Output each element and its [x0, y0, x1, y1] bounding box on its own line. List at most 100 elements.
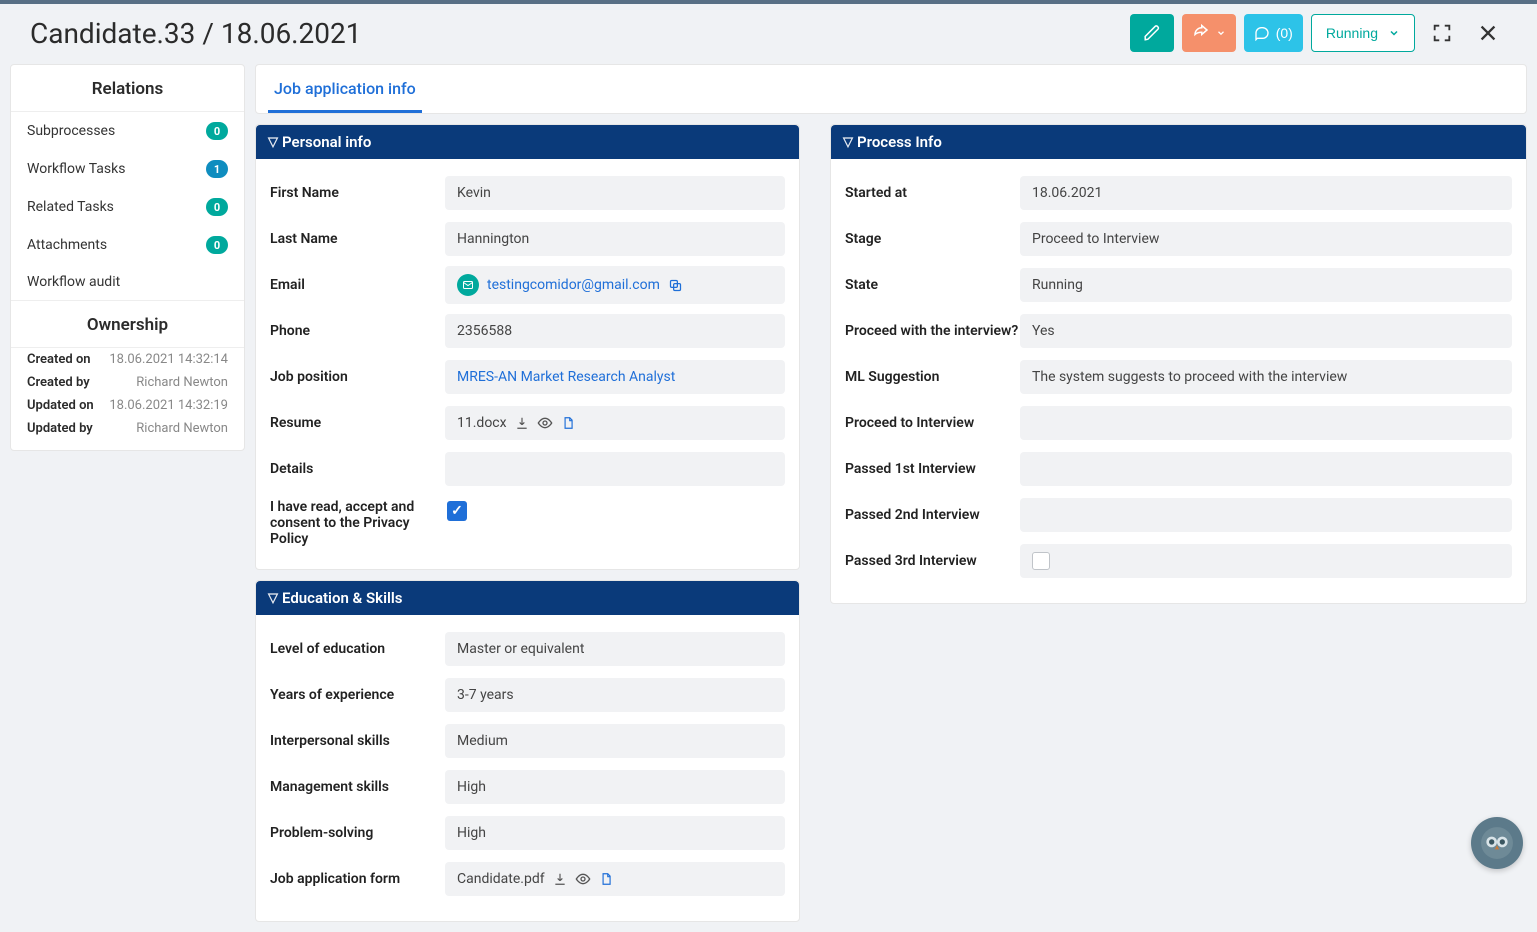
fullscreen-icon	[1431, 22, 1453, 44]
field-label: Resume	[270, 415, 445, 431]
passed1-field	[1020, 452, 1512, 486]
sidebar-item-label: Workflow audit	[27, 274, 120, 290]
close-icon	[1477, 22, 1499, 44]
privacy-checkbox[interactable]: ✓	[447, 501, 467, 521]
own-row: Updated byRichard Newton	[11, 417, 244, 440]
doc-icon[interactable]	[561, 416, 575, 430]
own-label: Updated by	[27, 421, 93, 436]
years-field: 3-7 years	[445, 678, 785, 712]
status-label: Running	[1326, 25, 1378, 41]
download-icon[interactable]	[553, 872, 567, 886]
sidebar-item-label: Workflow Tasks	[27, 161, 125, 177]
status-dropdown[interactable]: Running	[1311, 14, 1415, 52]
card-personal-info: ▽ Personal info First NameKevin Last Nam…	[255, 124, 800, 570]
own-row: Updated on18.06.2021 14:32:19	[11, 394, 244, 417]
problem-solving-field: High	[445, 816, 785, 850]
sidebar-item-label: Related Tasks	[27, 199, 114, 215]
sidebar-item-workflow-tasks[interactable]: Workflow Tasks 1	[11, 150, 244, 188]
field-label: Passed 2nd Interview	[845, 507, 1020, 523]
count-badge: 0	[206, 236, 228, 254]
edit-button[interactable]	[1130, 14, 1174, 52]
card-process-info: ▽ Process Info Started at18.06.2021 Stag…	[830, 124, 1527, 604]
close-button[interactable]	[1469, 14, 1507, 52]
last-name-field: Hannington	[445, 222, 785, 256]
card-header[interactable]: ▽ Process Info	[831, 125, 1526, 159]
share-button[interactable]	[1182, 14, 1236, 52]
main: Job application info ▽ Personal info Fir…	[255, 64, 1527, 922]
position-field: MRES-AN Market Research Analyst	[445, 360, 785, 394]
field-label: Details	[270, 461, 445, 477]
interpersonal-field: Medium	[445, 724, 785, 758]
collapse-icon: ▽	[843, 135, 853, 150]
to-interview-field	[1020, 406, 1512, 440]
own-value: 18.06.2021 14:32:14	[109, 352, 228, 367]
field-label: Email	[270, 277, 445, 293]
share-icon	[1192, 24, 1210, 42]
chevron-down-icon	[1388, 27, 1400, 39]
sidebar-item-related-tasks[interactable]: Related Tasks 0	[11, 188, 244, 226]
doc-icon[interactable]	[599, 872, 613, 886]
count-badge: 1	[206, 160, 228, 178]
page-title: Candidate.33 / 18.06.2021	[30, 17, 362, 50]
card-title: Process Info	[857, 133, 942, 151]
field-label: Passed 3rd Interview	[845, 553, 1020, 569]
resume-file: 11.docx	[457, 415, 507, 431]
field-label: State	[845, 277, 1020, 293]
card-title: Personal info	[282, 133, 371, 151]
pencil-icon	[1143, 24, 1161, 42]
owl-icon	[1480, 826, 1514, 860]
field-label: Management skills	[270, 779, 445, 795]
card-header[interactable]: ▽ Education & Skills	[256, 581, 799, 615]
form-file: Candidate.pdf	[457, 871, 545, 887]
proceed-field: Yes	[1020, 314, 1512, 348]
position-link[interactable]: MRES-AN Market Research Analyst	[457, 369, 675, 385]
sidebar-item-attachments[interactable]: Attachments 0	[11, 226, 244, 264]
sidebar-item-workflow-audit[interactable]: Workflow audit	[11, 264, 244, 300]
own-row: Created on 18.06.2021 14:32:14	[11, 348, 244, 371]
relations-title: Relations	[11, 65, 244, 112]
ml-field: The system suggests to proceed with the …	[1020, 360, 1512, 394]
field-label: Proceed with the interview?	[845, 323, 1020, 339]
field-label: Job position	[270, 369, 445, 385]
field-label: I have read, accept and consent to the P…	[270, 495, 445, 547]
eye-icon[interactable]	[575, 871, 591, 887]
phone-field: 2356588	[445, 314, 785, 348]
card-header[interactable]: ▽ Personal info	[256, 125, 799, 159]
application-form-field: Candidate.pdf	[445, 862, 785, 896]
tab-job-application-info[interactable]: Job application info	[268, 65, 422, 113]
field-label: Last Name	[270, 231, 445, 247]
comments-button[interactable]: (0)	[1244, 14, 1303, 52]
field-label: Years of experience	[270, 687, 445, 703]
state-field: Running	[1020, 268, 1512, 302]
comment-icon	[1254, 25, 1270, 41]
field-label: Interpersonal skills	[270, 733, 445, 749]
stage-field: Proceed to Interview	[1020, 222, 1512, 256]
chevron-down-icon	[1216, 28, 1226, 38]
ownership-title: Ownership	[11, 300, 244, 348]
education-level-field: Master or equivalent	[445, 632, 785, 666]
field-label: Stage	[845, 231, 1020, 247]
fullscreen-button[interactable]	[1423, 14, 1461, 52]
comments-count: (0)	[1276, 25, 1293, 41]
collapse-icon: ▽	[268, 591, 278, 606]
download-icon[interactable]	[515, 416, 529, 430]
passed3-checkbox[interactable]	[1032, 552, 1050, 570]
passed2-field	[1020, 498, 1512, 532]
details-field	[445, 452, 785, 486]
assistant-avatar[interactable]	[1471, 817, 1523, 869]
field-label: Passed 1st Interview	[845, 461, 1020, 477]
field-label: ML Suggestion	[845, 369, 1020, 385]
field-label: Proceed to Interview	[845, 415, 1020, 431]
own-label: Created on	[27, 352, 91, 367]
sidebar-item-label: Attachments	[27, 237, 107, 253]
copy-icon[interactable]	[668, 278, 683, 293]
resume-field: 11.docx	[445, 406, 785, 440]
field-label: First Name	[270, 185, 445, 201]
ownership-block: Created on 18.06.2021 14:32:14 Created by…	[11, 348, 244, 450]
email-value[interactable]: testingcomidor@gmail.com	[487, 277, 660, 293]
own-row: Created byRichard Newton	[11, 371, 244, 394]
sidebar-item-subprocesses[interactable]: Subprocesses 0	[11, 112, 244, 150]
header: Candidate.33 / 18.06.2021 (0) Running	[0, 4, 1537, 54]
field-label: Level of education	[270, 641, 445, 657]
eye-icon[interactable]	[537, 415, 553, 431]
